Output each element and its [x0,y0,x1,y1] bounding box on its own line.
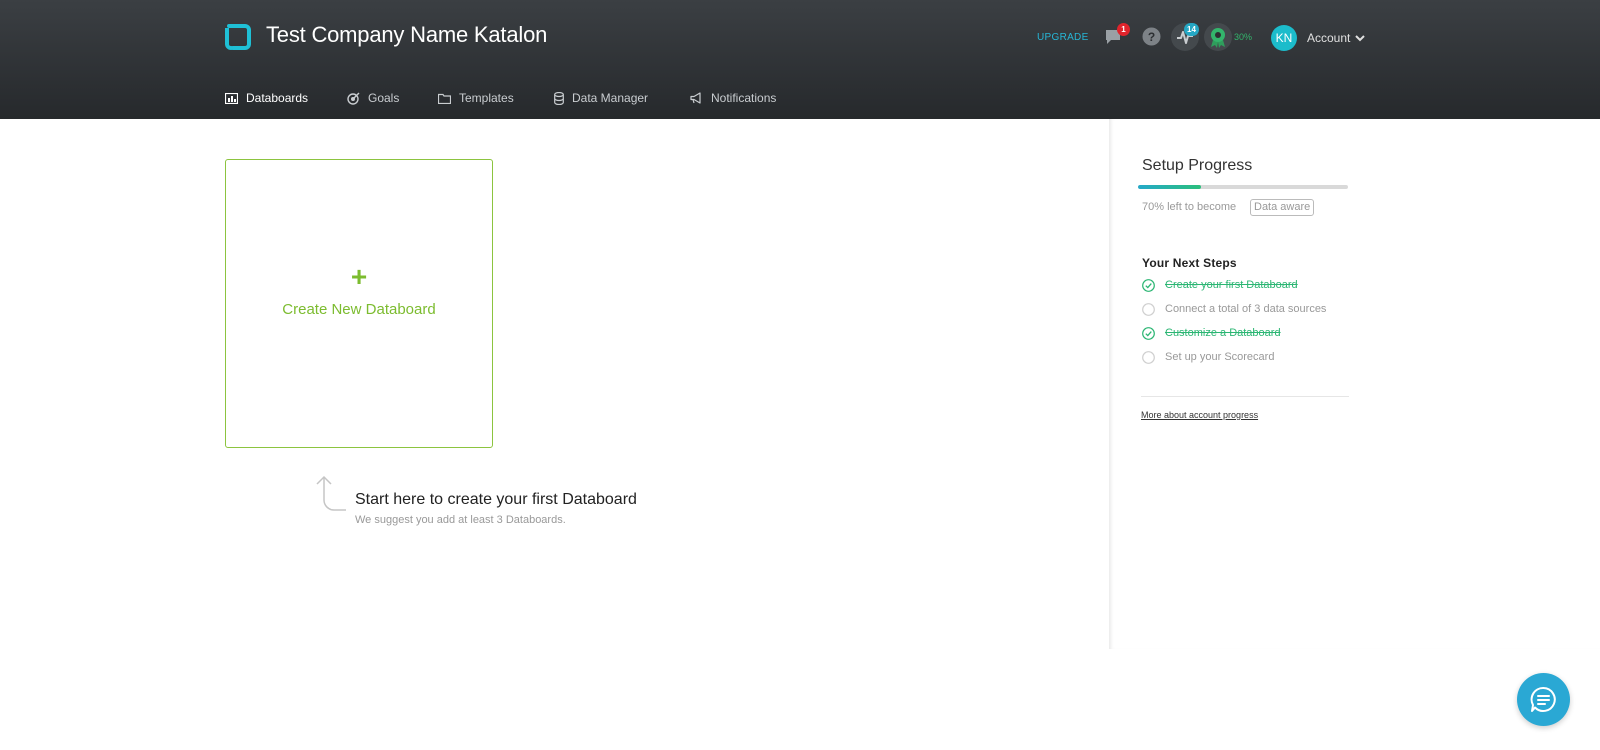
top-header: Test Company Name Katalon UPGRADE 1 ? 14… [0,0,1600,119]
nav-label: Notifications [711,91,777,105]
folder-icon [438,93,451,104]
level-tag: Data aware [1250,199,1315,216]
avatar[interactable]: KN [1271,25,1297,51]
setup-progress-bar [1138,185,1348,189]
check-circle-icon [1142,278,1155,292]
upgrade-link[interactable]: UPGRADE [1037,32,1089,43]
nav-goals[interactable]: Goals [347,89,399,107]
megaphone-icon [690,92,701,104]
setup-progress-panel [1109,119,1600,649]
nav-notifications[interactable]: Notifications [690,89,776,107]
chat-widget-button[interactable] [1517,673,1570,726]
target-icon [347,92,360,105]
nav-label: Goals [368,91,400,105]
create-databoard-card[interactable]: + Create New Databoard [225,159,493,448]
chevron-down-icon[interactable] [1355,34,1365,42]
activity-badge: 14 [1184,23,1199,36]
company-name: Test Company Name Katalon [266,22,548,47]
nav-templates[interactable]: Templates [438,89,514,107]
empty-circle-icon [1142,302,1155,316]
chart-icon [225,92,238,104]
nav-data-manager[interactable]: Data Manager [554,89,648,107]
help-icon[interactable]: ? [1142,27,1161,46]
step-label: Connect a total of 3 data sources [1165,303,1327,315]
account-menu[interactable]: Account [1307,31,1350,45]
step-label: Set up your Scorecard [1165,351,1275,363]
account-progress-link[interactable]: More about account progress [1141,410,1258,420]
award-icon[interactable] [1204,23,1232,51]
logo-icon[interactable] [225,24,251,50]
database-icon [554,91,564,105]
empty-circle-icon [1142,350,1155,364]
create-databoard-label: Create New Databoard [282,301,436,318]
start-hint-title: Start here to create your first Databoar… [355,491,637,508]
svg-text:?: ? [1148,30,1155,44]
step-create-databoard[interactable]: Create your first Databoard [1142,277,1298,293]
plus-icon: + [350,261,368,292]
start-hint-subtitle: We suggest you add at least 3 Databoards… [355,514,566,526]
step-label: Customize a Databoard [1165,327,1281,339]
award-percent: 30% [1234,32,1253,42]
check-circle-icon [1142,326,1155,340]
nav-label: Databoards [246,91,309,105]
ribbon-icon [1211,28,1225,48]
step-label: Create your first Databoard [1165,279,1298,291]
step-setup-scorecard[interactable]: Set up your Scorecard [1142,349,1274,365]
setup-progress-title: Setup Progress [1142,157,1253,174]
nav-databoards[interactable]: Databoards [225,89,308,107]
nav-label: Templates [459,91,514,105]
next-steps-title: Your Next Steps [1142,256,1237,270]
step-connect-sources[interactable]: Connect a total of 3 data sources [1142,301,1326,317]
divider [1141,396,1349,397]
messages-badge: 1 [1117,23,1130,36]
nav-label: Data Manager [572,91,649,105]
progress-left-text: 70% left to become [1142,201,1237,213]
chat-bubble-icon [1530,686,1556,712]
arrow-up-icon [316,475,346,511]
setup-progress-fill [1138,185,1201,189]
step-customize-databoard[interactable]: Customize a Databoard [1142,325,1281,341]
